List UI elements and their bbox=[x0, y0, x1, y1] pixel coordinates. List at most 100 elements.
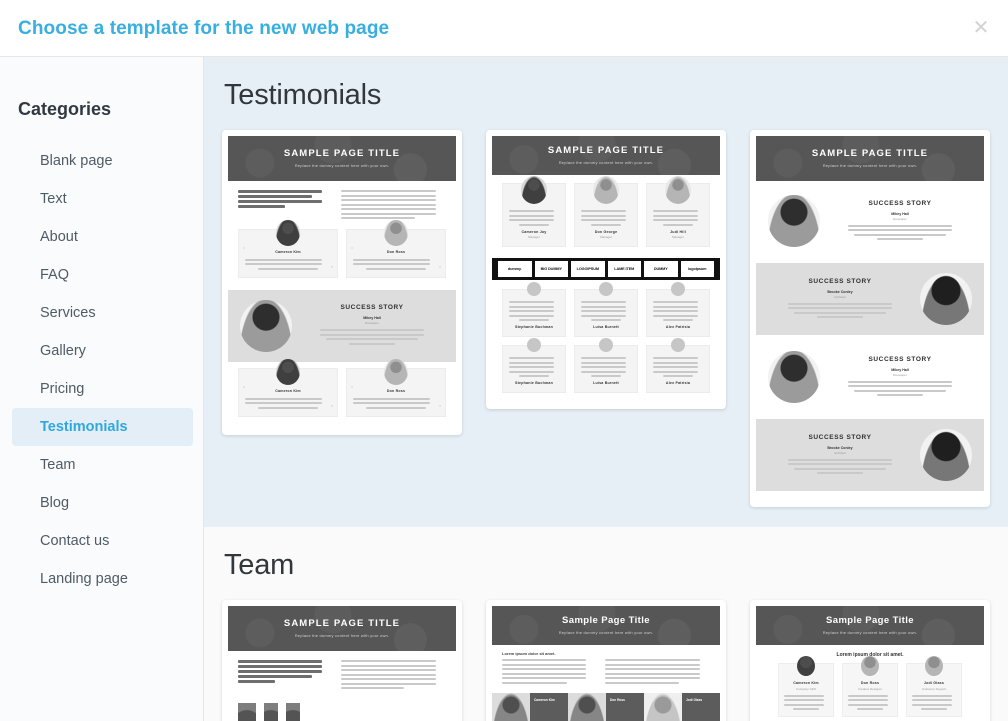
section-testimonials: Testimonials SAMPLE PAGE TITLE Replace t… bbox=[204, 57, 1008, 527]
template-preview: SAMPLE PAGE TITLE Replace the dummy cont… bbox=[492, 136, 720, 403]
avatar bbox=[384, 219, 408, 246]
story-lines bbox=[300, 329, 444, 345]
member-photo bbox=[568, 693, 606, 721]
sidebar-item-blank-page[interactable]: Blank page bbox=[12, 142, 193, 180]
member-photo bbox=[644, 693, 682, 721]
sidebar-item-text[interactable]: Text bbox=[12, 180, 193, 218]
template-card-testimonials-3[interactable]: SAMPLE PAGE TITLE Replace the dummy cont… bbox=[750, 130, 990, 507]
story-lines bbox=[768, 458, 912, 474]
sidebar-item-landing-page[interactable]: Landing page bbox=[12, 560, 193, 598]
logo-item: DUMMY bbox=[644, 261, 678, 277]
preview-title: Sample Page Title bbox=[826, 615, 914, 626]
sidebar-item-pricing[interactable]: Pricing bbox=[12, 370, 193, 408]
preview-success-story: SUCCESS STORY Mikey Hall Developer bbox=[756, 341, 984, 413]
testimonial-card: Stephanie Buchman bbox=[502, 282, 566, 337]
preview-header: SAMPLE PAGE TITLE Replace the dummy cont… bbox=[492, 136, 720, 175]
template-card-team-3[interactable]: Sample Page Title Replace the dummy cont… bbox=[750, 600, 990, 721]
avatar-placeholder-icon bbox=[599, 282, 613, 296]
person-role: Manager bbox=[672, 235, 684, 239]
preview-header: Sample Page Title Replace the dummy cont… bbox=[756, 606, 984, 645]
person-name: Cameron Kim bbox=[275, 388, 301, 393]
logo-item: BIG DUMMY bbox=[534, 261, 568, 277]
person-name: Stephanie Buchman bbox=[515, 381, 553, 385]
preview-intro-heading bbox=[238, 190, 331, 222]
testimonial-card: “ Don Ross ” bbox=[346, 358, 446, 417]
story-lines bbox=[768, 302, 912, 318]
preview-title: SAMPLE PAGE TITLE bbox=[283, 618, 401, 629]
testimonial-card: Luisa Burnett bbox=[574, 338, 638, 393]
template-card-team-1[interactable]: SAMPLE PAGE TITLE Replace the dummy cont… bbox=[222, 600, 462, 721]
logo-item: logoipsum bbox=[680, 261, 714, 277]
template-card-testimonials-2[interactable]: SAMPLE PAGE TITLE Replace the dummy cont… bbox=[486, 130, 726, 409]
preview-intro bbox=[228, 651, 456, 699]
avatar bbox=[861, 656, 879, 676]
preview-success-story: SUCCESS STORY Mikey Hall Developer bbox=[756, 185, 984, 257]
member-card: Don Ross Creative Designer bbox=[842, 656, 898, 717]
preview-intro-heading bbox=[238, 660, 331, 692]
preview-title: Sample Page Title bbox=[562, 615, 650, 626]
story-heading: SUCCESS STORY bbox=[340, 304, 404, 311]
sidebar: Categories Blank page Text About FAQ Ser… bbox=[0, 57, 204, 721]
sidebar-item-about[interactable]: About bbox=[12, 218, 193, 256]
preview-testimonial-cards: Cameron Joy Manager Don George Manager J… bbox=[492, 175, 720, 255]
preview-testimonial-cards: Stephanie Buchman Luisa Burnett Alex Pat bbox=[492, 282, 720, 345]
sidebar-item-testimonials[interactable]: Testimonials bbox=[12, 408, 193, 446]
quote-open-icon: “ bbox=[351, 246, 354, 254]
member-info: Don Ross Creative Designer bbox=[606, 693, 644, 721]
sidebar-heading: Categories bbox=[18, 99, 112, 119]
preview-intro bbox=[228, 181, 456, 229]
story-text: SUCCESS STORY Mikey Hall Developer bbox=[828, 200, 972, 243]
team-member: Cameron Kim bbox=[238, 702, 257, 721]
section-title-testimonials: Testimonials bbox=[224, 79, 382, 111]
sidebar-item-services[interactable]: Services bbox=[12, 294, 193, 332]
template-preview: SAMPLE PAGE TITLE Replace the dummy cont… bbox=[228, 606, 456, 721]
avatar-placeholder-icon bbox=[527, 338, 541, 352]
preview-subtitle: Replace the dummy content here with your… bbox=[558, 160, 654, 165]
avatar bbox=[665, 176, 691, 204]
preview-success-story: SUCCESS STORY Mikey Hall Developer bbox=[228, 289, 456, 362]
logo-item: dummy. bbox=[498, 261, 532, 277]
avatar bbox=[384, 358, 408, 385]
category-list: Blank page Text About FAQ Services Galle… bbox=[0, 142, 203, 598]
testimonial-card: Cameron Joy Manager bbox=[502, 176, 566, 247]
story-person-name: Mikey Hall bbox=[891, 367, 909, 372]
member-name: Don Ross bbox=[610, 698, 625, 702]
sidebar-item-team[interactable]: Team bbox=[12, 446, 193, 484]
avatar-placeholder-icon bbox=[671, 338, 685, 352]
member-info: Jodi Glass Customer Support bbox=[682, 693, 720, 721]
preview-header: SAMPLE PAGE TITLE Replace the dummy cont… bbox=[756, 136, 984, 181]
quote-open-icon: “ bbox=[243, 385, 246, 393]
story-heading: SUCCESS STORY bbox=[808, 433, 872, 441]
quote-close-icon: ” bbox=[438, 265, 441, 273]
preview-intro-body bbox=[341, 660, 446, 692]
member-role: Customer Support bbox=[921, 686, 947, 691]
testimonial-card: “ Don Ross ” bbox=[346, 219, 446, 278]
template-card-team-2[interactable]: Sample Page Title Replace the dummy cont… bbox=[486, 600, 726, 721]
sidebar-item-faq[interactable]: FAQ bbox=[12, 256, 193, 294]
person-role: Manager bbox=[600, 235, 612, 239]
preview-header: SAMPLE PAGE TITLE Replace the dummy cont… bbox=[228, 606, 456, 651]
template-card-testimonials-1[interactable]: SAMPLE PAGE TITLE Replace the dummy cont… bbox=[222, 130, 462, 435]
quote-open-icon: “ bbox=[243, 246, 246, 254]
member-name: Cameron Kim bbox=[793, 681, 819, 685]
story-text: SUCCESS STORY Brooke Conley Architect bbox=[768, 278, 912, 321]
preview-success-story: SUCCESS STORY Brooke Conley Architect bbox=[756, 263, 984, 335]
member-role: Company CEO bbox=[795, 686, 817, 691]
testimonial-card: “ Cameron Kim ” bbox=[238, 358, 338, 417]
story-lines bbox=[828, 224, 972, 240]
member-name: Jodi Glass bbox=[686, 698, 703, 702]
quote-close-icon: ” bbox=[330, 404, 333, 412]
template-gallery[interactable]: Testimonials SAMPLE PAGE TITLE Replace t… bbox=[204, 57, 1008, 721]
sidebar-item-contact-us[interactable]: Contact us bbox=[12, 522, 193, 560]
person-name: Stephanie Buchman bbox=[515, 325, 553, 329]
person-name: Luisa Burnett bbox=[593, 381, 619, 385]
sidebar-item-blog[interactable]: Blog bbox=[12, 484, 193, 522]
preview-header: Sample Page Title Replace the dummy cont… bbox=[492, 606, 720, 645]
preview-testimonial-cards: Stephanie Buchman Luisa Burnett Alex Pat bbox=[492, 338, 720, 403]
testimonial-card: Judi Hill Manager bbox=[646, 176, 710, 247]
avatar bbox=[521, 176, 547, 204]
close-icon[interactable]: ✕ bbox=[968, 15, 994, 41]
sidebar-item-gallery[interactable]: Gallery bbox=[12, 332, 193, 370]
preview-team-photos: Cameron Kim Don Ross Jodi Glass bbox=[228, 699, 456, 721]
person-name: Don George bbox=[594, 229, 618, 234]
